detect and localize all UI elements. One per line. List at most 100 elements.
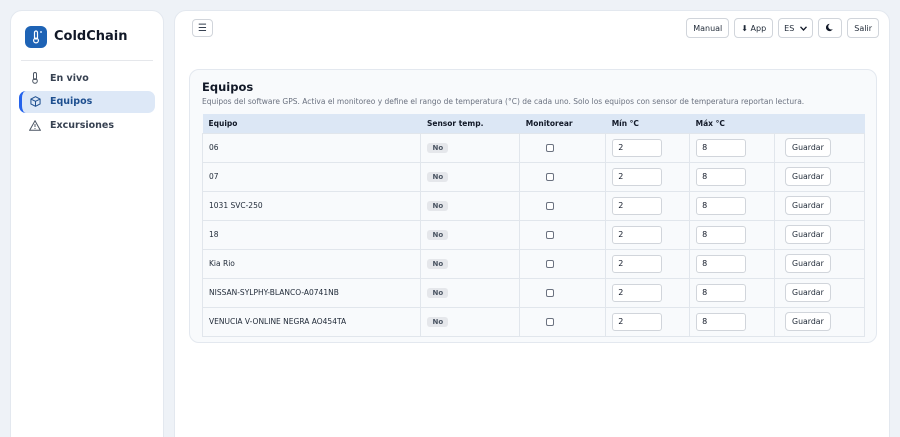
top-actions: Manual ⬇ App ES Salir [686,18,879,38]
max-cell [689,190,776,221]
action-cell: Guardar [774,248,865,279]
brand-name: ColdChain [54,29,128,44]
monitor-cell [519,219,607,250]
monitor-checkbox[interactable] [546,172,555,181]
monitor-cell [519,306,607,337]
sensor-cell: No [420,306,521,337]
header-actions [774,114,865,133]
monitor-cell [519,161,607,192]
equipos-table: Equipo Sensor temp. Monitorear Mín °C Má… [201,114,865,337]
page-description: Equipos del software GPS. Activa el moni… [202,97,805,106]
min-temp-input[interactable] [612,312,663,331]
monitor-checkbox[interactable] [546,201,555,210]
sidebar-item-label: En vivo [50,72,89,84]
sidebar-item-label: Equipos [50,96,93,107]
sensor-cell: No [420,248,521,279]
max-temp-input[interactable] [696,196,747,215]
table-header-row: Equipo Sensor temp. Monitorear Mín °C Má… [202,114,865,133]
min-cell [605,132,691,163]
language-select[interactable]: ES [778,18,814,38]
monitor-checkbox[interactable] [546,230,555,239]
save-button[interactable]: Guardar [785,196,831,215]
sensor-cell: No [420,132,521,163]
max-cell [689,219,776,250]
brand[interactable]: ColdChain [21,21,153,61]
thermometer-icon [29,72,41,84]
table-row: NISSAN-SYLPHY-BLANCO-A0741NB No Guardar [201,277,865,308]
min-temp-input[interactable] [612,225,663,244]
exit-button[interactable]: Salir [847,18,879,38]
table-row: VENUCIA V-ONLINE NEGRA AO454TA No Guarda… [201,306,865,337]
equipo-name: 07 [201,161,422,192]
equipo-name: 06 [201,132,422,163]
sensor-badge: No [427,229,449,240]
min-temp-input[interactable] [612,254,663,273]
table-row: 07 No Guardar [201,161,865,192]
sidebar-item-excursiones[interactable]: Excursiones [19,114,155,136]
monitor-cell [519,190,607,221]
min-temp-input[interactable] [612,167,663,186]
min-cell [605,248,691,279]
sensor-cell: No [420,161,521,192]
monitor-checkbox[interactable] [546,288,555,297]
max-temp-input[interactable] [696,254,747,273]
manual-button[interactable]: Manual [686,18,730,38]
sidebar-item-label: Excursiones [50,119,114,131]
action-cell: Guardar [774,219,865,250]
save-button[interactable]: Guardar [785,283,831,302]
equipo-name: 18 [201,219,422,250]
max-cell [689,277,776,308]
equipo-name: Kia Rio [201,248,422,279]
min-temp-input[interactable] [612,138,663,157]
sensor-cell: No [420,277,521,308]
header-monitorear: Monitorear [519,114,606,133]
save-button[interactable]: Guardar [785,225,831,244]
max-temp-input[interactable] [696,138,747,157]
monitor-checkbox[interactable] [546,259,555,268]
box-icon [29,96,41,108]
sidebar-item-en-vivo[interactable]: En vivo [19,67,155,89]
max-temp-input[interactable] [696,283,747,302]
save-button[interactable]: Guardar [785,312,831,331]
max-temp-input[interactable] [696,167,747,186]
action-cell: Guardar [774,306,865,337]
header-max: Máx °C [689,114,775,133]
min-temp-input[interactable] [612,196,663,215]
max-temp-input[interactable] [696,225,747,244]
header-equipo: Equipo [202,114,421,133]
warning-triangle-icon [29,119,41,131]
min-cell [605,161,691,192]
min-cell [605,219,691,250]
chevron-down-icon [800,24,808,33]
monitor-cell [519,248,607,279]
table-row: 18 No Guardar [201,219,865,250]
sidebar-item-equipos[interactable]: Equipos [19,90,155,113]
sensor-badge: No [427,142,449,153]
thermometer-snowflake-icon [25,25,47,48]
equipo-name: VENUCIA V-ONLINE NEGRA AO454TA [201,306,422,337]
page-title: Equipos [202,80,254,94]
theme-toggle-button[interactable] [818,18,843,38]
save-button[interactable]: Guardar [785,167,831,186]
max-temp-input[interactable] [696,312,747,331]
table-row: 06 No Guardar [201,132,865,163]
monitor-checkbox[interactable] [546,317,555,326]
save-button[interactable]: Guardar [785,254,831,273]
sensor-badge: No [427,171,449,182]
sensor-cell: No [420,190,521,221]
monitor-checkbox[interactable] [546,143,555,152]
action-cell: Guardar [774,132,865,163]
max-cell [689,161,776,192]
moon-icon [825,23,835,34]
sensor-badge: No [427,316,449,327]
menu-toggle-button[interactable]: ☰ [192,19,213,37]
equipo-name: 1031 SVC-250 [201,190,422,221]
table-row: 1031 SVC-250 No Guardar [201,190,865,221]
min-temp-input[interactable] [612,283,663,302]
min-cell [605,306,691,337]
save-button[interactable]: Guardar [785,138,831,157]
action-cell: Guardar [774,161,865,192]
max-cell [689,132,776,163]
download-app-button[interactable]: ⬇ App [734,18,774,38]
monitor-cell [519,132,607,163]
